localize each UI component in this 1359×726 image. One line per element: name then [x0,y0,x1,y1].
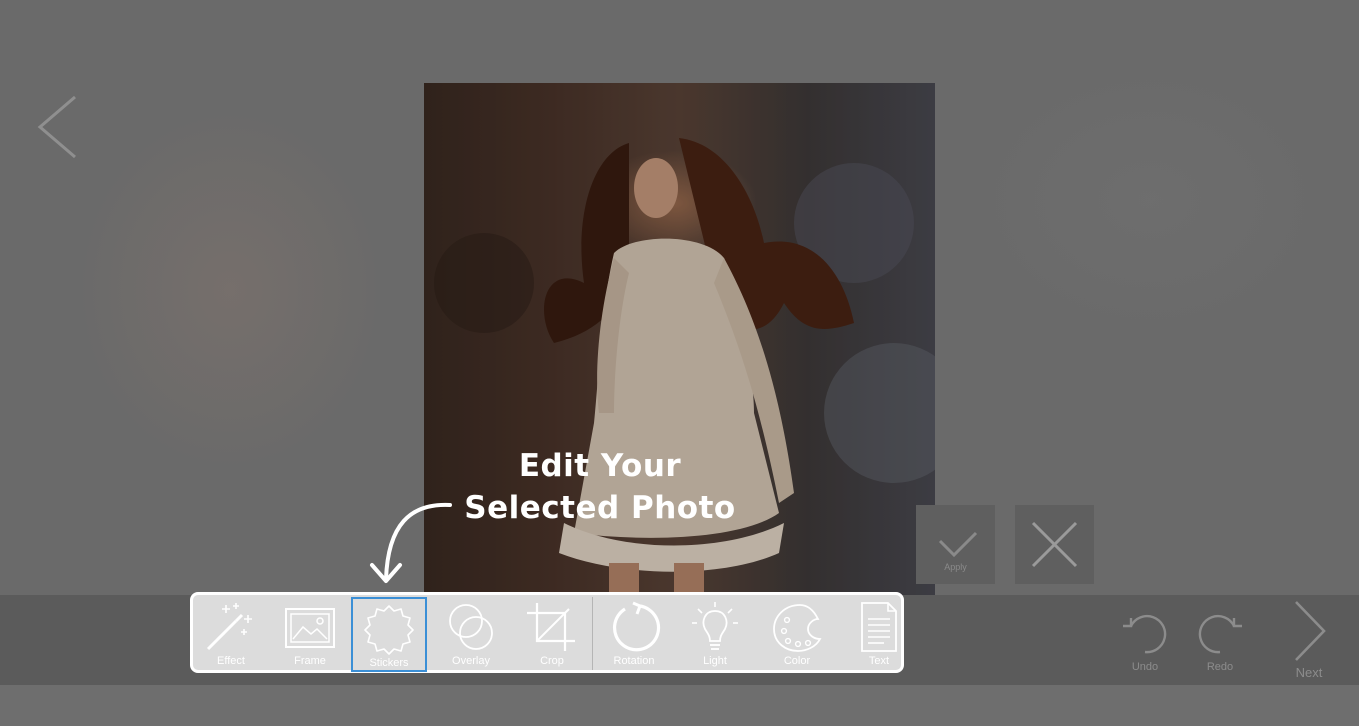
tool-rotation[interactable]: Rotation [596,597,672,672]
tool-text[interactable]: Text [841,597,917,672]
redo-button[interactable]: Redo [1194,612,1246,673]
document-text-icon [861,602,897,652]
tool-label: Crop [540,655,564,667]
callout-text: Edit Your Selected Photo [440,445,760,529]
tool-crop[interactable]: Crop [514,597,590,672]
lightbulb-icon [692,602,738,650]
bottom-bar-fill [0,685,1359,726]
callout-arrow-icon [370,502,452,583]
check-icon [938,531,978,558]
tool-label: Text [868,655,890,667]
redo-label: Redo [1206,661,1234,673]
tool-effect[interactable]: Effect [193,597,269,672]
undo-icon [1123,614,1167,654]
tool-label: Rotation [613,655,655,667]
frame-icon [285,608,335,648]
chevron-right-icon [1295,601,1326,661]
edit-tools-panel: Effect Frame Stickers Overlay Crop Rotat… [190,592,904,673]
apply-button[interactable]: Apply [916,505,995,584]
tool-light[interactable]: Light [677,597,753,672]
tool-label: Stickers [369,657,409,669]
sticker-badge-icon [364,605,414,655]
palette-icon [773,604,822,652]
rotate-icon [612,601,661,652]
photo-editor-stage: Apply Effect Frame Stickers Overlay Crop… [0,0,1359,726]
callout-line-1: Edit Your [518,448,682,484]
tool-label: Overlay [452,655,490,667]
crop-icon [527,603,575,651]
next-label: Next [1295,665,1323,680]
tool-frame[interactable]: Frame [272,597,348,672]
close-icon [1031,521,1078,568]
magic-wand-icon [206,603,252,651]
tool-overlay[interactable]: Overlay [433,597,509,672]
tool-label: Effect [217,655,245,667]
next-button[interactable]: Next [1284,600,1334,680]
undo-button[interactable]: Undo [1119,612,1171,673]
overlay-circles-icon [449,604,493,650]
undo-label: Undo [1131,661,1159,673]
tool-label: Light [703,655,727,667]
apply-label: Apply [944,562,967,572]
tool-stickers[interactable]: Stickers [351,597,427,672]
tool-color[interactable]: Color [759,597,835,672]
callout-line-2: Selected Photo [464,490,736,526]
chevron-left-icon[interactable] [30,92,90,162]
tool-label: Color [783,655,811,667]
tool-divider [592,597,593,670]
tool-label: Frame [294,655,326,667]
redo-icon [1198,614,1242,654]
cancel-button[interactable] [1015,505,1094,584]
